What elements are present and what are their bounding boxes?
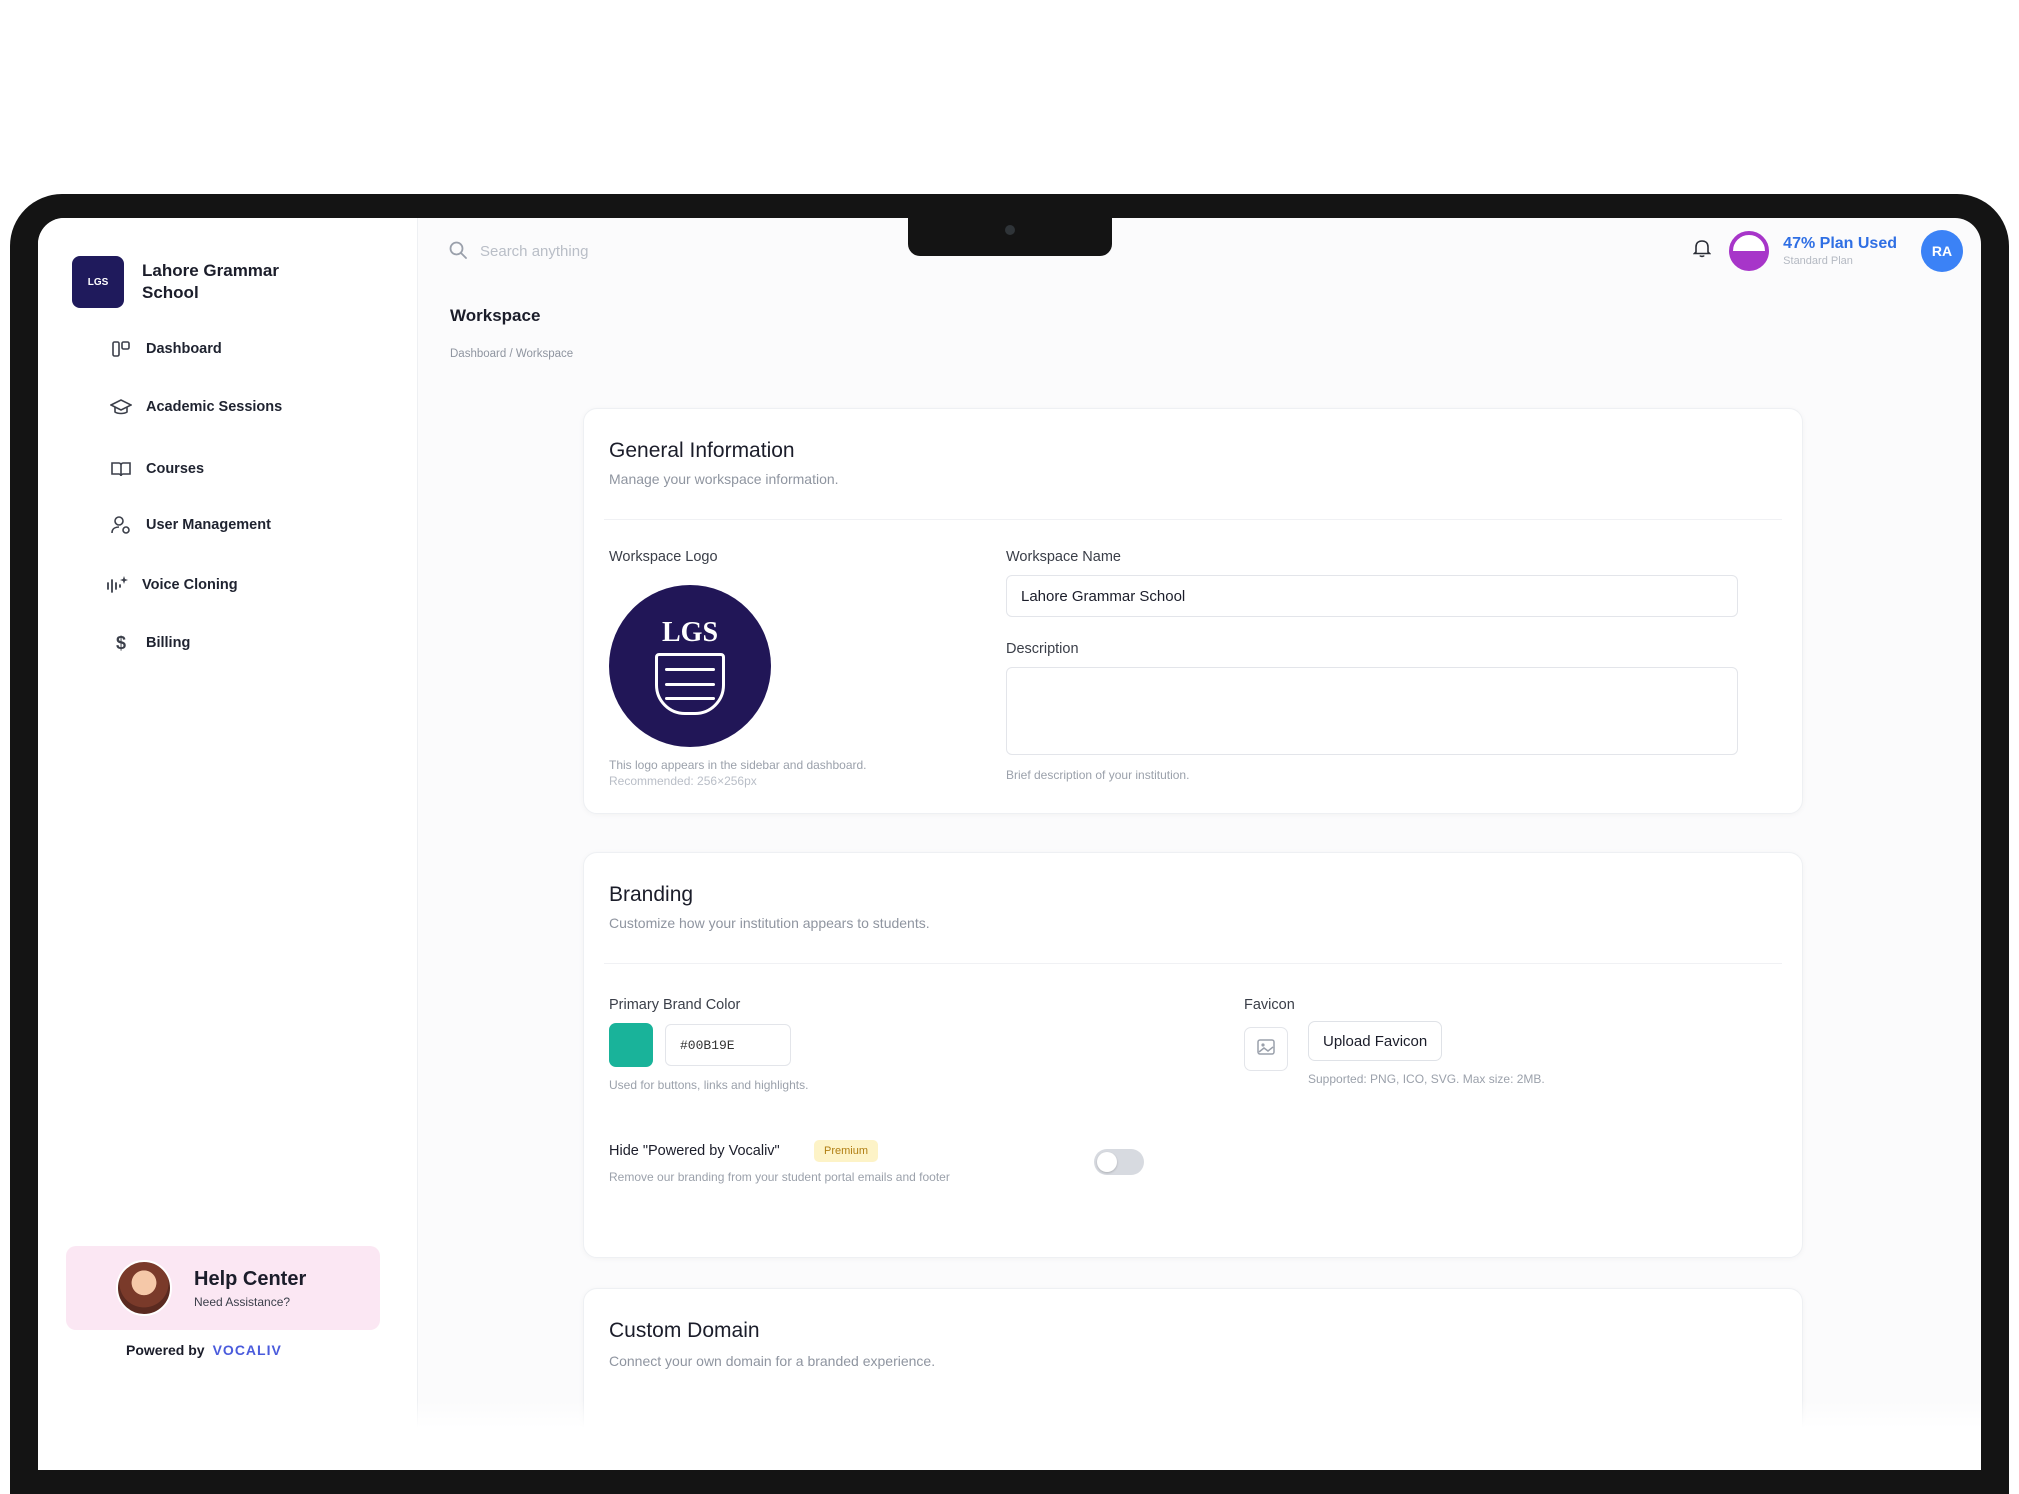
voice-wave-icon bbox=[104, 574, 130, 596]
sidebar-item-label: Courses bbox=[146, 461, 205, 477]
favicon-hint: Supported: PNG, ICO, SVG. Max size: 2MB. bbox=[1308, 1072, 1545, 1086]
upload-favicon-button[interactable]: Upload Favicon bbox=[1308, 1021, 1443, 1061]
color-hint: Used for buttons, links and highlights. bbox=[609, 1078, 809, 1092]
brand-color-swatch[interactable] bbox=[609, 1023, 653, 1067]
powered-by-label: Powered by bbox=[126, 1342, 205, 1358]
sidebar-item-dashboard[interactable]: Dashboard bbox=[108, 338, 348, 360]
sidebar-item-label: Dashboard bbox=[146, 341, 222, 357]
plan-usage-title: 47% Plan Used bbox=[1783, 235, 1897, 252]
help-center-card[interactable]: Help Center Need Assistance? bbox=[66, 1246, 380, 1330]
sidebar-item-billing[interactable]: $ Billing bbox=[108, 632, 348, 654]
page-title: Workspace bbox=[450, 306, 541, 325]
section-description: Connect your own domain for a branded ex… bbox=[609, 1353, 936, 1369]
description-label: Description bbox=[1006, 641, 1079, 657]
user-avatar[interactable]: RA bbox=[1921, 230, 1963, 272]
crest-icon bbox=[655, 653, 725, 715]
sidebar-item-label: User Management bbox=[146, 517, 271, 533]
brand-logo: LGS bbox=[72, 256, 124, 308]
camera-notch bbox=[908, 218, 1112, 256]
sidebar-item-label: Voice Cloning bbox=[142, 577, 238, 593]
search-icon bbox=[448, 240, 470, 262]
primary-color-label: Primary Brand Color bbox=[609, 997, 741, 1013]
bell-icon[interactable] bbox=[1692, 238, 1712, 264]
dashboard-icon bbox=[108, 338, 134, 360]
plan-name: Standard Plan bbox=[1783, 255, 1853, 267]
sidebar: LGS Lahore Grammar School Dashboard Acad… bbox=[38, 218, 418, 1470]
plan-usage-ring bbox=[1729, 231, 1770, 271]
app-screen: LGS Lahore Grammar School Dashboard Acad… bbox=[38, 218, 1981, 1470]
workspace-name-label: Workspace Name bbox=[1006, 549, 1121, 565]
section-description: Manage your workspace information. bbox=[609, 471, 839, 487]
workspace-logo[interactable]: LGS bbox=[609, 585, 771, 747]
powered-by: Powered by VOCALIV bbox=[126, 1342, 282, 1358]
toggle-knob bbox=[1097, 1152, 1117, 1172]
logo-size-hint: Recommended: 256×256px bbox=[609, 774, 757, 788]
sidebar-item-user-management[interactable]: User Management bbox=[108, 514, 348, 536]
sidebar-item-label: Billing bbox=[146, 635, 191, 651]
brand[interactable]: LGS Lahore Grammar School bbox=[72, 256, 302, 308]
general-information-card: General Information Manage your workspac… bbox=[583, 408, 1803, 814]
laptop-mockup: LGS Lahore Grammar School Dashboard Acad… bbox=[0, 0, 2019, 1494]
favicon-preview bbox=[1244, 1027, 1288, 1071]
description-hint: Brief description of your institution. bbox=[1006, 768, 1190, 782]
section-title: Custom Domain bbox=[609, 1319, 760, 1342]
help-subtitle: Need Assistance? bbox=[194, 1294, 291, 1309]
sidebar-item-academic-sessions[interactable]: Academic Sessions bbox=[108, 396, 348, 418]
help-title: Help Center bbox=[194, 1267, 307, 1290]
search-bar bbox=[448, 240, 780, 262]
sidebar-item-voice-cloning[interactable]: Voice Cloning bbox=[104, 574, 344, 596]
vocaliv-logo[interactable]: VOCALIV bbox=[213, 1342, 282, 1358]
hide-powered-by-hint: Remove our branding from your student po… bbox=[609, 1170, 950, 1184]
user-settings-icon bbox=[108, 514, 134, 536]
sidebar-item-courses[interactable]: Courses bbox=[108, 458, 348, 480]
search-input[interactable] bbox=[480, 242, 780, 260]
topbar-right: 47% Plan Used Standard Plan RA bbox=[1692, 230, 1963, 272]
description-textarea[interactable] bbox=[1006, 667, 1738, 755]
logo-hint: This logo appears in the sidebar and das… bbox=[609, 758, 867, 772]
section-description: Customize how your institution appears t… bbox=[609, 915, 930, 931]
sidebar-item-label: Academic Sessions bbox=[146, 399, 283, 415]
section-title: General Information bbox=[609, 439, 795, 462]
premium-badge: Premium bbox=[814, 1140, 879, 1162]
plan-usage[interactable]: 47% Plan Used Standard Plan bbox=[1783, 235, 1897, 267]
brand-name: Lahore Grammar School bbox=[142, 261, 279, 302]
logo-monogram: LGS bbox=[661, 617, 719, 648]
breadcrumb[interactable]: Dashboard / Workspace bbox=[450, 348, 573, 360]
brand-color-hex-input[interactable] bbox=[665, 1024, 791, 1066]
support-avatar bbox=[116, 1260, 172, 1316]
book-icon bbox=[108, 458, 134, 480]
workspace-name-input[interactable] bbox=[1006, 575, 1738, 617]
graduation-cap-icon bbox=[108, 396, 134, 418]
favicon-label: Favicon bbox=[1244, 997, 1295, 1013]
branding-card: Branding Customize how your institution … bbox=[583, 852, 1803, 1258]
image-icon bbox=[1256, 1037, 1276, 1062]
dollar-icon: $ bbox=[115, 632, 126, 653]
hide-powered-by-toggle[interactable] bbox=[1094, 1149, 1144, 1175]
camera-icon bbox=[1005, 225, 1015, 235]
workspace-logo-label: Workspace Logo bbox=[609, 549, 718, 565]
section-title: Branding bbox=[609, 883, 694, 906]
hide-powered-by-label: Hide "Powered by Vocaliv" bbox=[609, 1143, 780, 1159]
